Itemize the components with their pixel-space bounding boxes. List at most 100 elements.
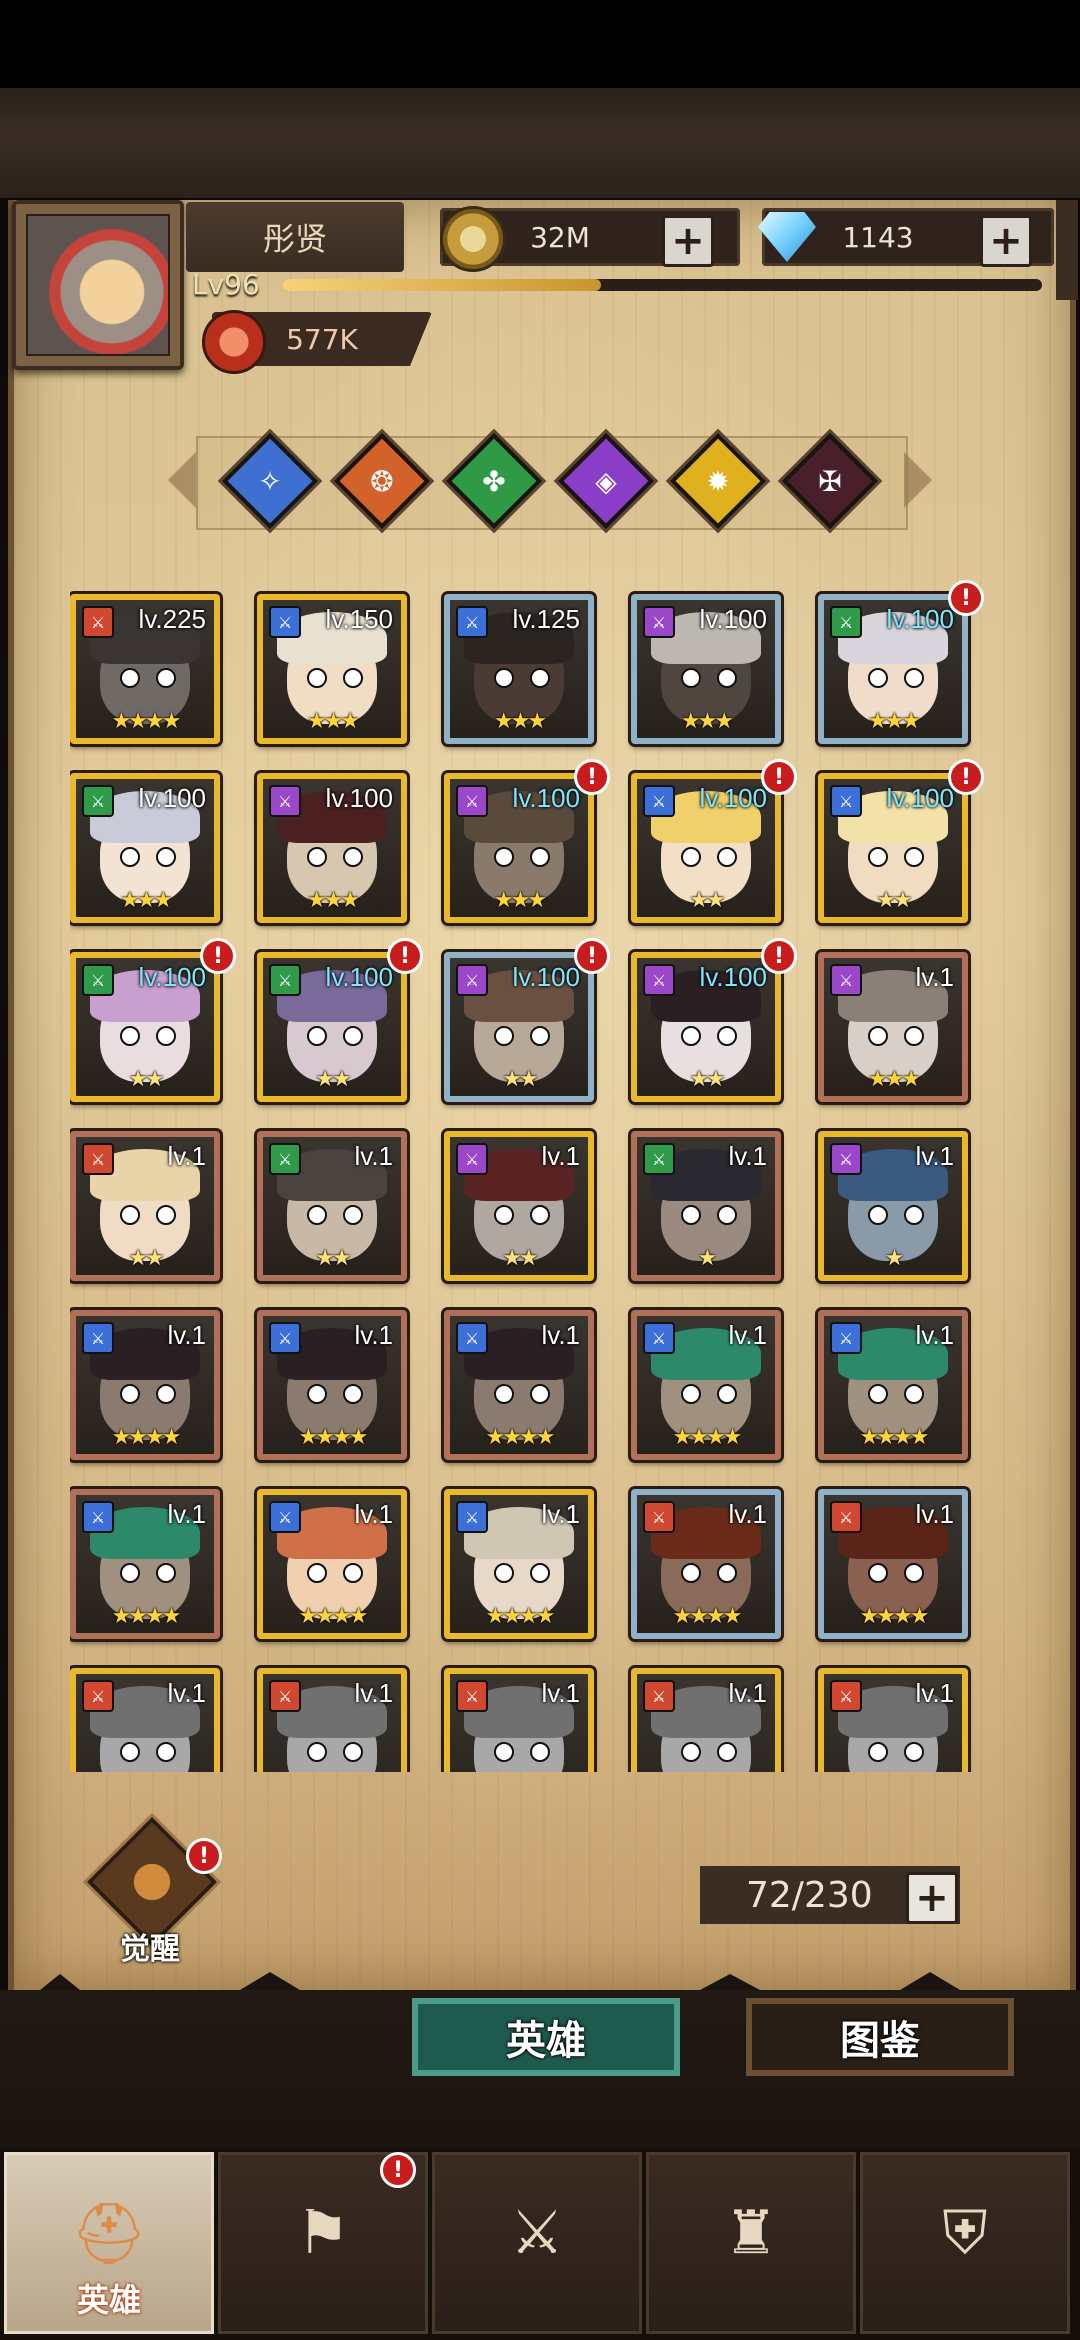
hero-card[interactable]: ⚔ lv.100 ★★ <box>257 952 407 1102</box>
xp-bar <box>282 279 1042 291</box>
side-tab[interactable] <box>1056 200 1078 300</box>
hero-card[interactable]: ⚔ lv.100 ★★ <box>818 773 968 923</box>
hero-card[interactable]: ⚔ lv.100 ★★★ <box>444 773 594 923</box>
hero-eye <box>156 1742 176 1762</box>
hero-card[interactable]: ⚔ lv.1 ★★★★ <box>818 1489 968 1639</box>
hero-portrait: ⚔ lv.100 ★★ <box>263 958 401 1096</box>
add-gold-button[interactable]: + <box>662 215 714 267</box>
player-avatar[interactable] <box>12 200 184 370</box>
tab-codex[interactable]: 图鉴 <box>746 1998 1014 2076</box>
hero-level: lv.1 <box>541 1499 580 1529</box>
hero-card[interactable]: ⚔ lv.100 ★★ <box>631 773 781 923</box>
hero-eye <box>343 1384 363 1404</box>
expand-capacity-button[interactable]: + <box>906 1872 958 1924</box>
hero-eye <box>307 1205 327 1225</box>
hero-card[interactable]: ⚔ lv.125 ★★★ <box>444 594 594 744</box>
guild-crest-icon: ⛨ <box>942 2198 988 2268</box>
hero-card[interactable]: ⚔ lv.1 ★★★★ <box>444 1489 594 1639</box>
hero-eye <box>904 668 924 688</box>
class-icon: ⚔ <box>830 1501 862 1533</box>
star-rating: ★★★ <box>119 888 173 913</box>
hero-level: lv.100 <box>512 962 580 992</box>
class-icon: ⚔ <box>269 964 301 996</box>
hero-level: lv.1 <box>354 1499 393 1529</box>
hero-card[interactable]: ⚔ lv.100 ★★ <box>70 952 220 1102</box>
star-rating: ★★★★ <box>672 1604 743 1629</box>
tab-heroes[interactable]: 英雄 <box>412 1998 680 2076</box>
hero-card[interactable]: ⚔ lv.1 ★★ <box>70 1131 220 1281</box>
hero-level: lv.100 <box>325 783 393 813</box>
hero-portrait: ⚔ lv.1 <box>450 1674 588 1772</box>
hero-portrait: ⚔ lv.100 ★★★ <box>824 600 962 738</box>
filter-right-arrow-icon[interactable] <box>904 452 932 508</box>
faction-glyph: ✧ <box>258 464 282 498</box>
hero-card[interactable]: ⚔ lv.100 ★★ <box>631 952 781 1102</box>
hero-card[interactable]: ⚔ lv.1 ★★★★ <box>70 1489 220 1639</box>
star-rating: ★★ <box>689 1067 725 1092</box>
hero-eye <box>868 1026 888 1046</box>
nav-alert-badge: ! <box>380 2152 416 2188</box>
hero-level: lv.100 <box>512 783 580 813</box>
hero-card[interactable]: ⚔ lv.225 ★★★★ <box>70 594 220 744</box>
hero-card[interactable]: ⚔ lv.150 ★★★ <box>257 594 407 744</box>
hero-card[interactable]: ⚔ lv.100 ★★★ <box>818 594 968 744</box>
hero-card[interactable]: ⚔ lv.1 ★★★★ <box>631 1310 781 1460</box>
hero-portrait: ⚔ lv.225 ★★★★ <box>76 600 214 738</box>
hero-card[interactable]: ⚔ lv.1 ★★★★ <box>444 1310 594 1460</box>
nav-item[interactable]: ♜ <box>646 2152 856 2334</box>
star-rating: ★★ <box>315 1067 351 1092</box>
hero-card[interactable]: ⚔ lv.1 <box>257 1668 407 1772</box>
class-icon: ⚔ <box>82 1501 114 1533</box>
hero-eye <box>681 1026 701 1046</box>
hero-portrait: ⚔ lv.100 ★★★ <box>637 600 775 738</box>
star-rating: ★★★ <box>493 709 547 734</box>
class-icon: ⚔ <box>830 785 862 817</box>
hero-card[interactable]: ⚔ lv.1 <box>631 1668 781 1772</box>
hero-card[interactable]: ⚔ lv.1 ★★★ <box>818 952 968 1102</box>
class-icon: ⚔ <box>456 785 488 817</box>
star-rating: ★★★★ <box>672 1425 743 1450</box>
crossed-swords-icon: ⚔ <box>510 2198 564 2268</box>
hero-card[interactable]: ⚔ lv.1 ★★★★ <box>257 1310 407 1460</box>
hero-portrait: ⚔ lv.1 ★★★★ <box>637 1495 775 1633</box>
hero-card[interactable]: ⚔ lv.1 ★★★★ <box>818 1310 968 1460</box>
hero-card[interactable]: ⚔ lv.1 ★ <box>631 1131 781 1281</box>
star-rating: ★★★ <box>493 888 547 913</box>
hero-eye <box>120 1026 140 1046</box>
hero-level: lv.1 <box>167 1320 206 1350</box>
star-rating: ★★ <box>128 1067 164 1092</box>
hero-card[interactable]: ⚔ lv.1 ★ <box>818 1131 968 1281</box>
hero-card[interactable]: ⚔ lv.100 ★★★ <box>70 773 220 923</box>
hero-card[interactable]: ⚔ lv.100 ★★★ <box>631 594 781 744</box>
hero-card[interactable]: ⚔ lv.1 ★★★★ <box>631 1489 781 1639</box>
hero-portrait: ⚔ lv.1 ★ <box>637 1137 775 1275</box>
hero-card[interactable]: ⚔ lv.1 ★★★★ <box>257 1489 407 1639</box>
hero-eye <box>494 1563 514 1583</box>
hero-eye <box>868 1384 888 1404</box>
hero-eye <box>681 1205 701 1225</box>
hero-eye <box>868 1563 888 1583</box>
hero-card[interactable]: ⚔ lv.100 ★★ <box>444 952 594 1102</box>
hero-card[interactable]: ⚔ lv.1 <box>444 1668 594 1772</box>
hero-card[interactable]: ⚔ lv.1 ★★ <box>257 1131 407 1281</box>
class-icon: ⚔ <box>269 785 301 817</box>
hero-eye <box>494 1742 514 1762</box>
nav-item[interactable]: ⚔ <box>432 2152 642 2334</box>
hero-card[interactable]: ⚔ lv.1 <box>818 1668 968 1772</box>
hero-card[interactable]: ⚔ lv.100 ★★★ <box>257 773 407 923</box>
faction-glyph: ✠ <box>818 464 842 498</box>
hero-level: lv.125 <box>512 604 580 634</box>
hero-card[interactable]: ⚔ lv.1 ★★ <box>444 1131 594 1281</box>
class-icon: ⚔ <box>456 606 488 638</box>
star-rating: ★★★ <box>306 888 360 913</box>
nav-item[interactable]: ⛑ 英雄 <box>4 2152 214 2334</box>
add-gems-button[interactable]: + <box>980 215 1032 267</box>
filter-left-arrow-icon[interactable] <box>168 452 196 508</box>
hero-eye <box>904 1384 924 1404</box>
hero-card[interactable]: ⚔ lv.1 ★★★★ <box>70 1310 220 1460</box>
hero-card[interactable]: ⚔ lv.1 <box>70 1668 220 1772</box>
hero-eye <box>307 847 327 867</box>
nav-item[interactable]: ⛨ <box>860 2152 1070 2334</box>
hero-eye <box>343 668 363 688</box>
class-icon: ⚔ <box>269 1322 301 1354</box>
